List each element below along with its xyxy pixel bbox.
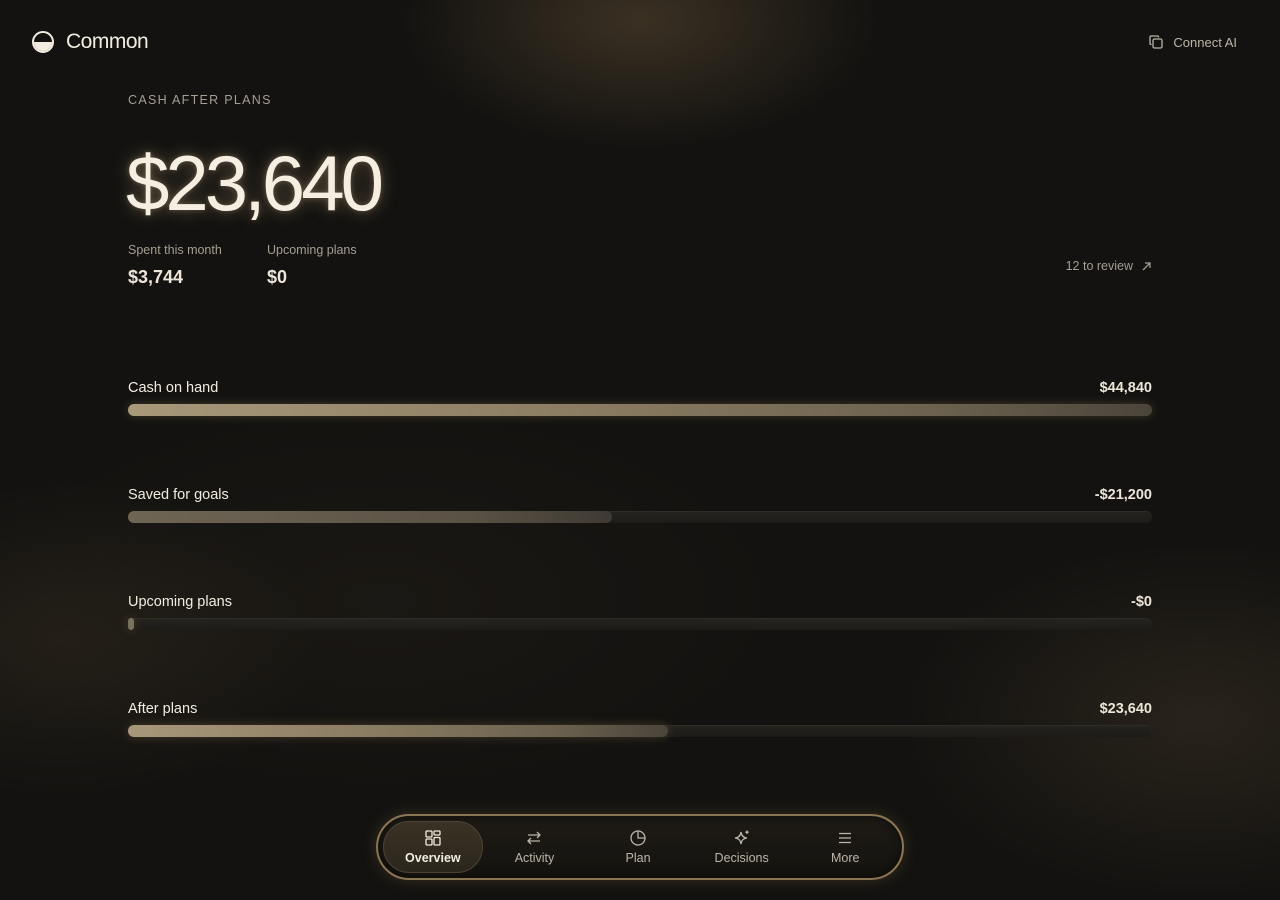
sparkle-icon [734,830,749,845]
nav-item-decisions[interactable]: Decisions [690,821,794,873]
nav-item-overview[interactable]: Overview [383,821,483,873]
review-link[interactable]: 12 to review [1066,259,1152,273]
nav-label: Activity [514,851,555,865]
nav-label: More [830,851,860,865]
bar-value: -$21,200 [1094,487,1152,503]
stat-value: $0 [267,267,288,287]
copy-icon [1149,35,1164,49]
nav-item-activity[interactable]: Activity [483,821,587,873]
nav-item-more[interactable]: More [793,821,897,873]
hero-overline: CASH AFTER PLANS [128,93,272,107]
bar-label: After plans [128,701,198,717]
hero-value: $23,640 [126,139,384,227]
bar-track [128,725,1152,737]
bar-upcoming-plans: Upcoming plans -$0 [128,594,1152,630]
nav-label: Decisions [714,851,769,865]
nav-label: Plan [625,851,651,865]
stat-label: Upcoming plans [267,243,357,257]
bar-track [128,618,1152,630]
pie-chart-icon [630,830,646,846]
half-circle-logo-icon [32,31,54,53]
menu-icon [839,832,852,844]
bar-value: -$0 [1131,594,1152,610]
bar-track [128,404,1152,416]
grid-icon [425,830,441,846]
bar-value: $44,840 [1099,380,1152,396]
review-label: 12 to review [1065,259,1133,273]
nav-label: Overview [405,851,461,865]
swap-arrows-icon [527,831,542,845]
bottom-nav: Overview Activity Plan Decisions More [376,814,904,880]
bar-label: Saved for goals [128,487,229,503]
bar-cash-on-hand: Cash on hand $44,840 [128,380,1152,416]
connect-ai-label: Connect AI [1173,34,1237,50]
bar-saved-for-goals: Saved for goals -$21,200 [128,487,1152,523]
stat-spent-this-month: Spent this month $3,744 [128,243,222,288]
bar-fill [128,618,134,630]
bar-after-plans: After plans $23,640 [128,701,1152,737]
arrow-up-right-icon [1142,261,1151,270]
stat-upcoming-plans: Upcoming plans $0 [267,243,357,288]
nav-item-plan[interactable]: Plan [586,821,690,873]
bar-value: $23,640 [1099,701,1152,717]
bar-fill [128,511,613,523]
bar-label: Upcoming plans [128,594,232,610]
bar-track [128,511,1152,523]
stat-label: Spent this month [128,243,222,257]
bar-fill [128,404,1152,416]
brand[interactable]: Common [32,30,149,54]
connect-ai-button[interactable]: Connect AI [1148,34,1237,50]
brand-name: Common [66,30,149,53]
stat-value: $3,744 [128,267,184,287]
bar-fill [128,725,668,737]
bar-label: Cash on hand [128,380,219,396]
